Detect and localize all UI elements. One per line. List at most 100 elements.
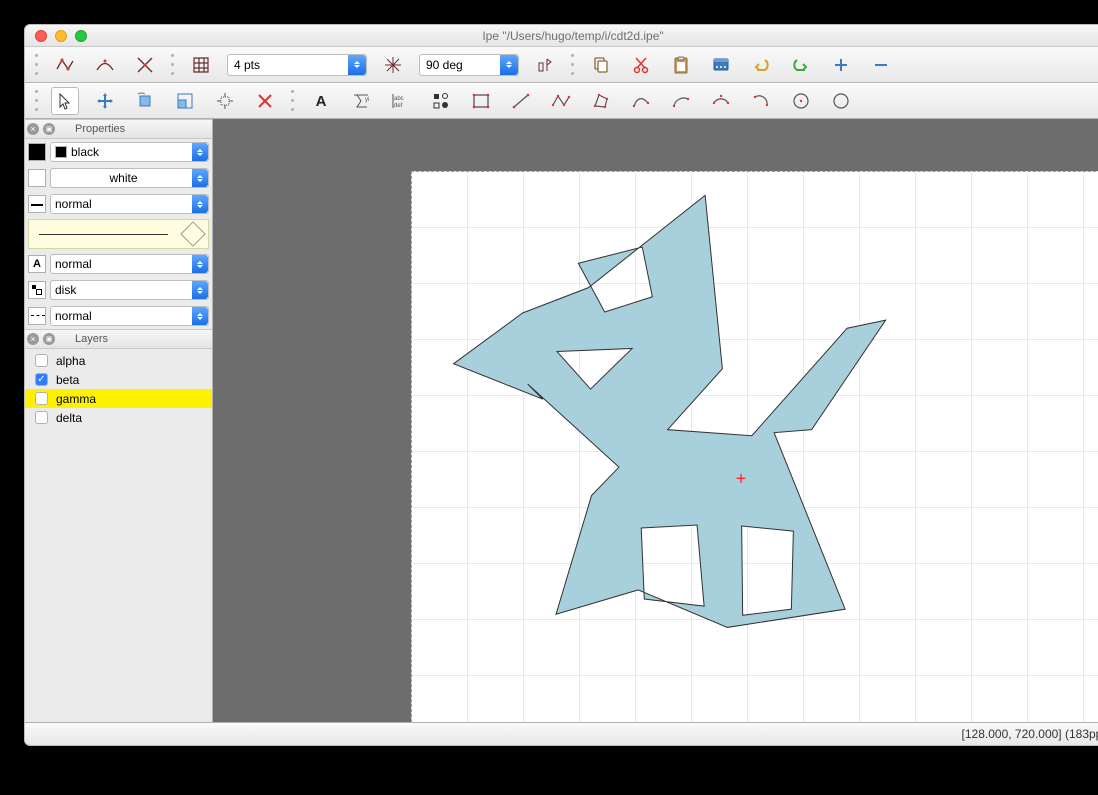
cut-button[interactable] (627, 51, 655, 79)
math-tool[interactable]: yi (347, 87, 375, 115)
arc3-tool[interactable] (747, 87, 775, 115)
move-tool[interactable] (91, 87, 119, 115)
dash-combo[interactable]: normal (50, 306, 209, 326)
mark-combo[interactable]: disk (50, 280, 209, 300)
rotate-tool[interactable] (131, 87, 159, 115)
grid-size-value: 4 pts (234, 58, 260, 72)
textsize-swatch[interactable]: A (28, 255, 46, 273)
scale-tool[interactable] (171, 87, 199, 115)
toolbar-tools: A yi abcdef » (25, 83, 1098, 119)
layer-checkbox[interactable] (35, 354, 48, 367)
layers-close-icon[interactable] (27, 333, 39, 345)
layer-checkbox[interactable] (35, 392, 48, 405)
layers-title: Layers (75, 333, 108, 345)
dash-swatch[interactable] (28, 307, 46, 325)
cursor-cross-icon: + (736, 469, 747, 490)
select-tool[interactable] (51, 87, 79, 115)
panel-close-icon[interactable] (27, 123, 39, 135)
layer-item-beta[interactable]: beta (25, 370, 212, 389)
spline-tool[interactable] (627, 87, 655, 115)
redo-button[interactable] (787, 51, 815, 79)
panel-detach-icon[interactable] (43, 123, 55, 135)
linestyle-combo[interactable]: normal (50, 194, 209, 214)
status-bar: [128.000, 720.000] (183ppi) (25, 723, 1098, 745)
toolbar-main: 4 pts 90 deg » (25, 47, 1098, 83)
svg-text:yi: yi (365, 97, 369, 103)
textsize-combo[interactable]: normal (50, 254, 209, 274)
delete-button[interactable] (707, 51, 735, 79)
line-tool[interactable] (507, 87, 535, 115)
layer-label: alpha (56, 354, 85, 368)
status-coordinates: [128.000, 720.000] (183ppi) (962, 727, 1098, 741)
angle-value: 90 deg (426, 58, 463, 72)
drawing (411, 171, 1098, 719)
arc-tool[interactable] (667, 87, 695, 115)
titlebar: Ipe "/Users/hugo/temp/i/cdt2d.ipe" (25, 25, 1098, 47)
snap-grid-button[interactable] (187, 51, 215, 79)
app-window: Ipe "/Users/hugo/temp/i/cdt2d.ipe" 4 pts… (24, 24, 1098, 746)
pan-tool[interactable] (251, 87, 279, 115)
dash-value: normal (55, 309, 92, 323)
layer-label: gamma (56, 392, 96, 406)
stroke-swatch[interactable] (28, 143, 46, 161)
fill-value: white (109, 171, 137, 185)
layer-label: delta (56, 411, 82, 425)
polyline-tool[interactable] (547, 87, 575, 115)
text-tool[interactable]: A (307, 87, 335, 115)
snap-angle-button[interactable] (379, 51, 407, 79)
fill-swatch[interactable] (28, 169, 46, 187)
circle-center-tool[interactable] (787, 87, 815, 115)
layers-header: Layers (25, 329, 212, 349)
properties-title: Properties (75, 123, 125, 135)
grid-size-combo[interactable]: 4 pts (227, 54, 367, 76)
layers-detach-icon[interactable] (43, 333, 55, 345)
toolbar2-overflow-icon[interactable]: » (1088, 92, 1098, 110)
mark-swatch[interactable] (28, 281, 46, 299)
stroke-combo[interactable]: black (50, 142, 209, 162)
zoom-out-button[interactable] (867, 51, 895, 79)
side-panel: Properties black white normal (25, 119, 213, 722)
mark-value: disk (55, 283, 76, 297)
arrow-preview[interactable] (28, 219, 209, 249)
undo-button[interactable] (747, 51, 775, 79)
textsize-value: normal (55, 257, 92, 271)
window-zoom-button[interactable] (75, 30, 87, 42)
circle-tool[interactable] (827, 87, 855, 115)
layer-item-alpha[interactable]: alpha (25, 351, 212, 370)
layer-checkbox[interactable] (35, 411, 48, 424)
window-close-button[interactable] (35, 30, 47, 42)
linestyle-swatch[interactable] (28, 195, 46, 213)
layer-list: alpha beta gamma delta (25, 349, 212, 429)
angle-combo[interactable]: 90 deg (419, 54, 519, 76)
copy-button[interactable] (587, 51, 615, 79)
canvas-area[interactable]: + (213, 119, 1098, 722)
snap-vertex-button[interactable] (51, 51, 79, 79)
svg-text:A: A (316, 93, 327, 110)
shape-polygon (454, 195, 886, 627)
mark-tool[interactable] (427, 87, 455, 115)
properties-header: Properties (25, 119, 212, 139)
layer-item-gamma[interactable]: gamma (25, 389, 212, 408)
rectangle-tool[interactable] (467, 87, 495, 115)
svg-text:abc: abc (394, 96, 404, 102)
paper: + (411, 171, 1098, 722)
snap-auto-button[interactable] (531, 51, 559, 79)
snap-intersection-button[interactable] (131, 51, 159, 79)
stroke-value: black (71, 145, 99, 159)
arc2-tool[interactable] (707, 87, 735, 115)
toolbar-overflow-icon[interactable]: » (1088, 56, 1098, 74)
layer-label: beta (56, 373, 79, 387)
paste-button[interactable] (667, 51, 695, 79)
layer-item-delta[interactable]: delta (25, 408, 212, 427)
fill-combo[interactable]: white (50, 168, 209, 188)
snap-control-button[interactable] (91, 51, 119, 79)
polygon-tool[interactable] (587, 87, 615, 115)
paragraph-tool[interactable]: abcdef (387, 87, 415, 115)
svg-text:def: def (394, 103, 403, 109)
window-minimize-button[interactable] (55, 30, 67, 42)
window-title: Ipe "/Users/hugo/temp/i/cdt2d.ipe" (25, 29, 1098, 43)
stretch-tool[interactable] (211, 87, 239, 115)
linestyle-value: normal (55, 197, 92, 211)
layer-checkbox[interactable] (35, 373, 48, 386)
zoom-in-button[interactable] (827, 51, 855, 79)
